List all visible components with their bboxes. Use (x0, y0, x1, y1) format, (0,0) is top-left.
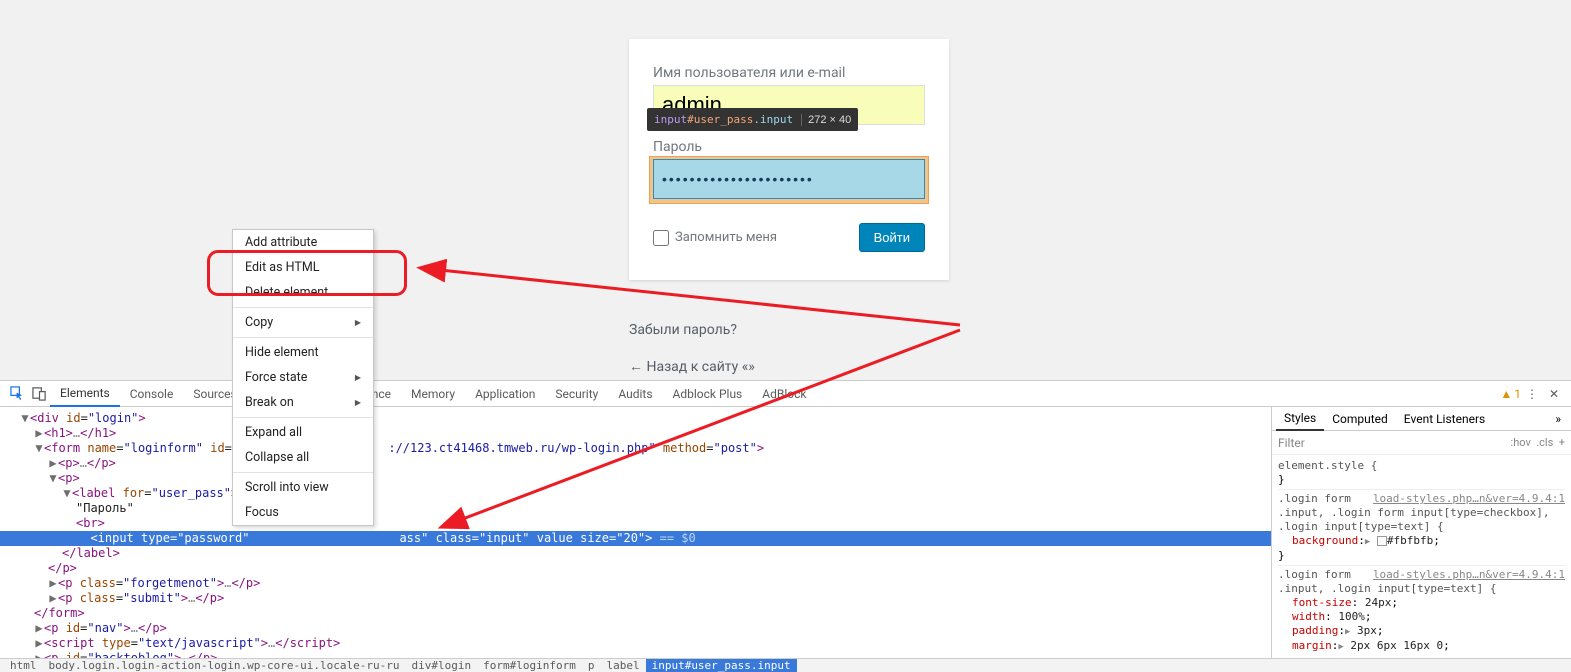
styles-pane-tabs: Styles Computed Event Listeners » (1272, 407, 1571, 431)
styles-tab[interactable]: Styles (1276, 407, 1324, 431)
device-toolbar-icon[interactable] (28, 383, 50, 405)
devtools-context-menu[interactable]: Add attributeEdit as HTMLDelete element C… (232, 229, 374, 526)
elements-dom-tree[interactable]: ▼<div id="login"> ▶<h1>…</h1> ▼<form nam… (0, 407, 1271, 658)
breadcrumb-item[interactable]: label (600, 659, 645, 672)
remember-me[interactable]: Запомнить меня (653, 230, 777, 246)
devtools-tab-adblock-plus[interactable]: Adblock Plus (663, 381, 753, 407)
password-input[interactable] (653, 159, 925, 199)
ctx-force-state[interactable]: Force state (233, 365, 373, 390)
ctx-break-on[interactable]: Break on (233, 390, 373, 415)
devtools-close-icon[interactable]: ✕ (1543, 383, 1565, 405)
cls-toggle[interactable]: .cls (1536, 436, 1553, 449)
ctx-edit-as-html[interactable]: Edit as HTML (233, 255, 373, 280)
add-rule-icon[interactable]: + (1559, 436, 1565, 449)
hov-toggle[interactable]: :hov (1511, 436, 1531, 449)
styles-rules-list[interactable]: element.style { } .login formload-styles… (1272, 455, 1571, 658)
ctx-focus[interactable]: Focus (233, 500, 373, 525)
remember-checkbox[interactable] (653, 230, 669, 246)
devtools-tab-audits[interactable]: Audits (608, 381, 662, 407)
styles-more-tabs[interactable]: » (1549, 412, 1567, 426)
back-to-site-link[interactable]: ← Назад к сайту «» (629, 358, 755, 375)
breadcrumb-item[interactable]: p (582, 659, 601, 672)
breadcrumb-item[interactable]: form#loginform (477, 659, 582, 672)
breadcrumb-item[interactable]: input#user_pass.input (646, 659, 797, 672)
devtools-menu-icon[interactable]: ⋮ (1521, 383, 1543, 405)
ctx-add-attribute[interactable]: Add attribute (233, 230, 373, 255)
devtools-tab-console[interactable]: Console (120, 381, 184, 407)
devtools-tab-elements[interactable]: Elements (50, 381, 120, 407)
selected-dom-node[interactable]: <input type="password"ass" class="input"… (0, 531, 1271, 546)
ctx-expand-all[interactable]: Expand all (233, 420, 373, 445)
breadcrumb-item[interactable]: body.login.login-action-login.wp-core-ui… (43, 659, 406, 672)
event-listeners-tab[interactable]: Event Listeners (1396, 407, 1493, 431)
warnings-badge[interactable]: ▲1 (1500, 387, 1521, 401)
password-label: Пароль (653, 139, 925, 155)
computed-tab[interactable]: Computed (1324, 407, 1396, 431)
forgot-password-link[interactable]: Забыли пароль? (629, 322, 737, 338)
devtools-tab-adblock[interactable]: AdBlock (752, 381, 816, 407)
inspect-element-icon[interactable] (6, 383, 28, 405)
dom-breadcrumb-bar[interactable]: htmlbody.login.login-action-login.wp-cor… (0, 658, 1571, 672)
inspector-tooltip: input#user_pass.input 272 × 40 (647, 108, 858, 131)
ctx-scroll-into-view[interactable]: Scroll into view (233, 475, 373, 500)
remember-label: Запомнить меня (675, 230, 777, 245)
styles-pane: Styles Computed Event Listeners » Filter… (1271, 407, 1571, 658)
ctx-hide-element[interactable]: Hide element (233, 340, 373, 365)
devtools-tab-memory[interactable]: Memory (401, 381, 465, 407)
devtools-tab-application[interactable]: Application (465, 381, 545, 407)
password-wrap: input#user_pass.input 272 × 40 Пароль (653, 139, 925, 213)
login-submit-button[interactable]: Войти (859, 223, 925, 252)
username-label: Имя пользователя или e-mail (653, 65, 925, 81)
styles-filter-label[interactable]: Filter (1278, 436, 1305, 450)
ctx-copy[interactable]: Copy (233, 310, 373, 335)
ctx-delete-element[interactable]: Delete element (233, 280, 373, 305)
breadcrumb-item[interactable]: div#login (406, 659, 478, 672)
breadcrumb-item[interactable]: html (4, 659, 43, 672)
devtools-tab-security[interactable]: Security (545, 381, 608, 407)
ctx-collapse-all[interactable]: Collapse all (233, 445, 373, 470)
login-form-card: Имя пользователя или e-mail input#user_p… (629, 39, 949, 280)
